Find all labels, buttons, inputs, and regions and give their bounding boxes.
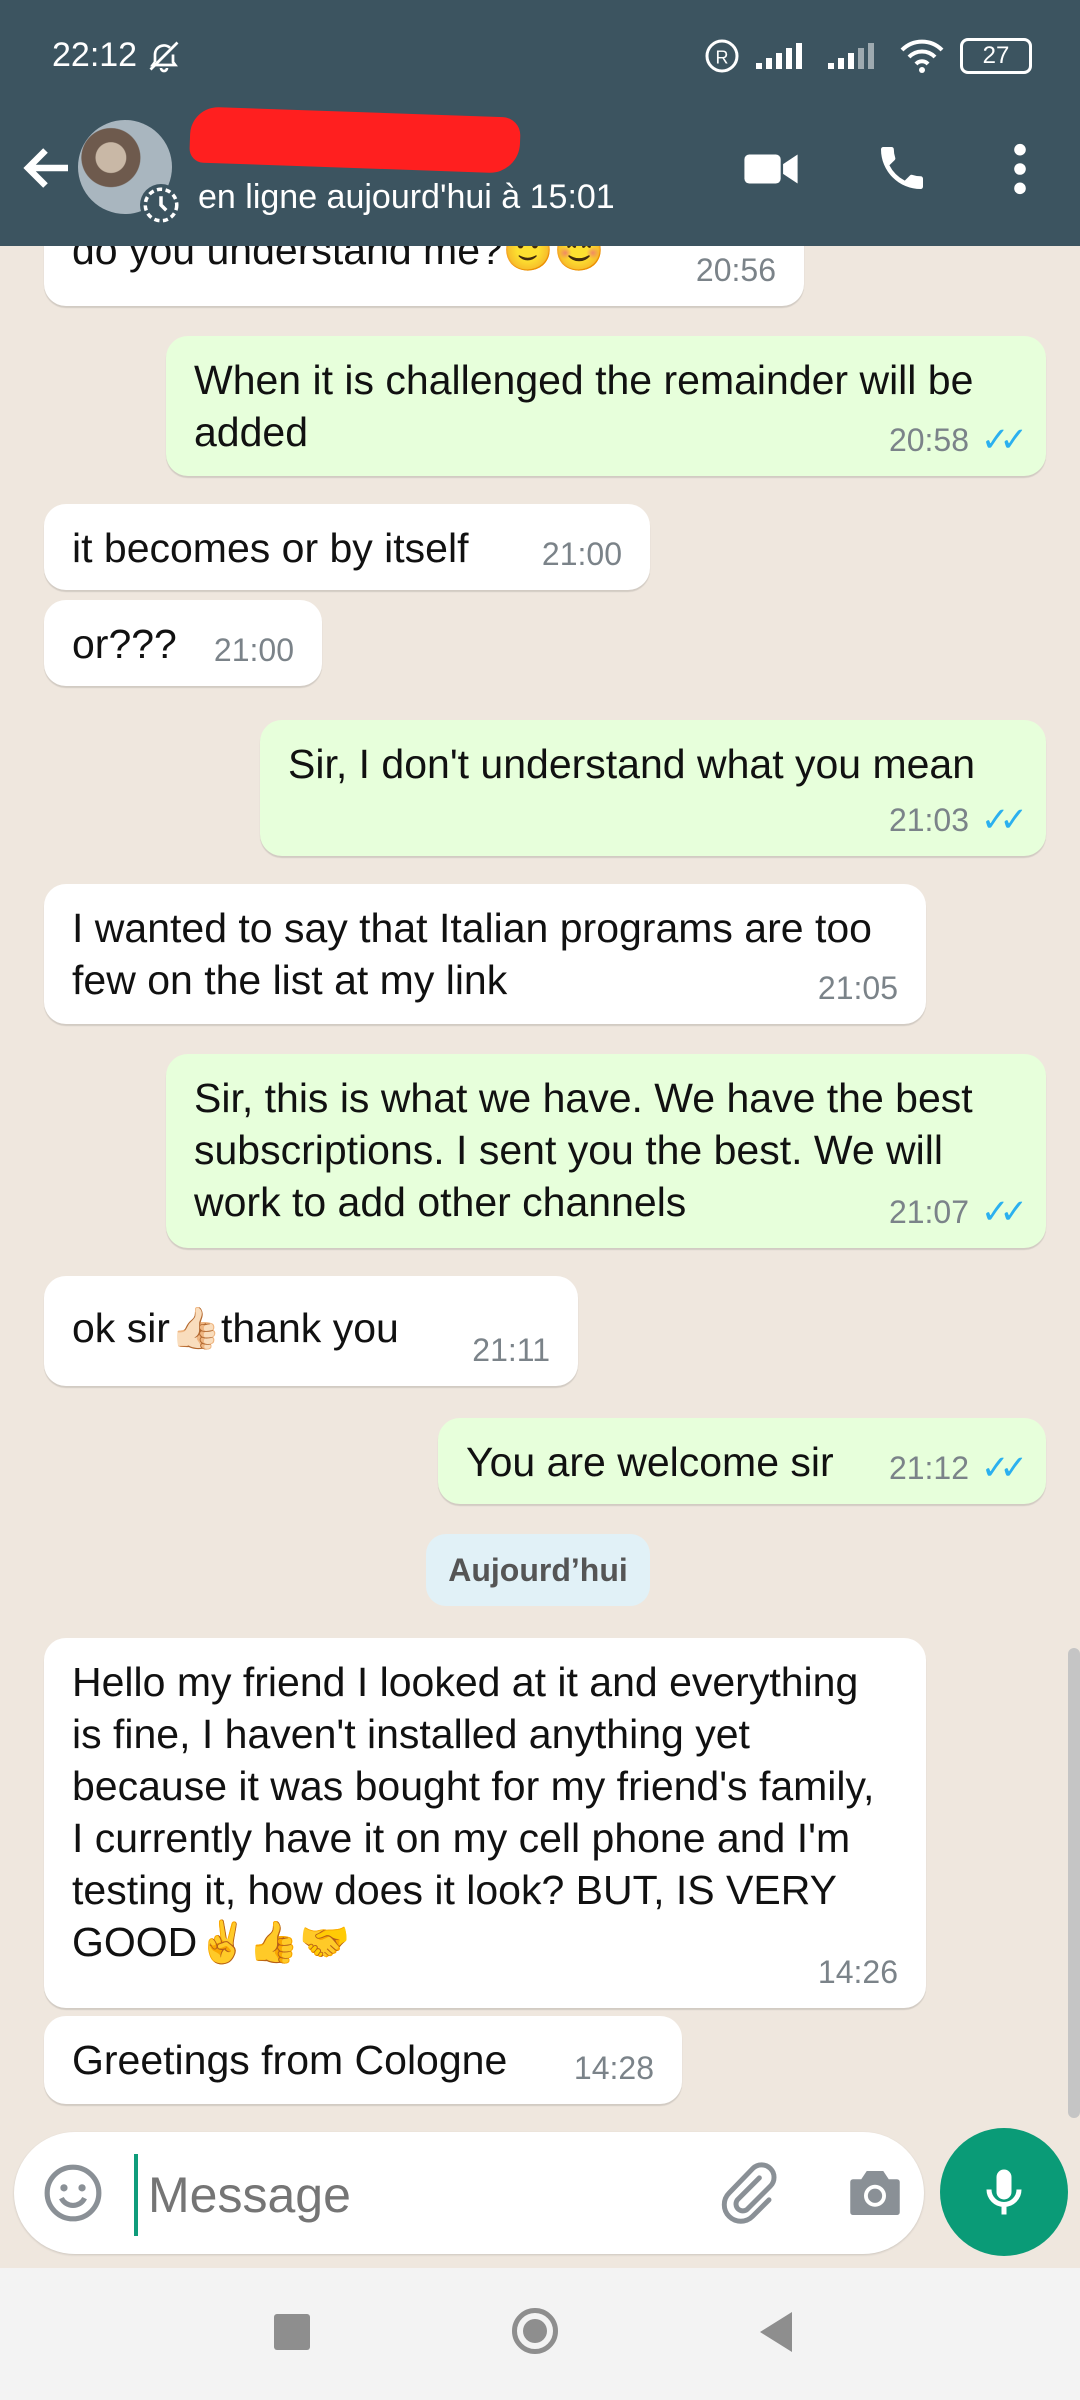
mic-button[interactable] xyxy=(940,2128,1068,2256)
message-time: 21:12 ✓✓ xyxy=(889,1442,1028,1494)
more-vert-icon[interactable] xyxy=(1000,140,1040,198)
message-outgoing[interactable]: Sir, this is what we have. We have the b… xyxy=(166,1054,1046,1248)
message-time: 20:56 xyxy=(695,252,776,288)
message-incoming[interactable]: Hello my friend I looked at it and every… xyxy=(44,1638,926,2008)
recents-nav-icon[interactable] xyxy=(274,2314,310,2350)
phone-call-icon[interactable] xyxy=(874,140,930,196)
message-outgoing[interactable]: When it is challenged the remainder will… xyxy=(166,336,1046,476)
mute-bell-icon xyxy=(149,41,179,73)
message-text: I wanted to say that Italian programs ar… xyxy=(72,905,872,1003)
camera-icon[interactable] xyxy=(840,2160,910,2226)
message-incoming[interactable]: it becomes or by itself 21:00 xyxy=(44,504,650,590)
contact-name-redacted[interactable] xyxy=(189,106,521,174)
video-call-icon[interactable] xyxy=(742,140,800,198)
back-nav-icon[interactable] xyxy=(760,2312,792,2352)
message-time: 21:05 xyxy=(817,970,898,1006)
read-ticks-icon: ✓✓ xyxy=(981,421,1028,459)
signal-icon-2 xyxy=(828,43,874,69)
message-time: 21:00 xyxy=(213,632,294,668)
registered-icon: R xyxy=(705,39,739,73)
message-time: 14:26 xyxy=(817,1954,898,1990)
date-divider: Aujourd’hui xyxy=(426,1534,650,1606)
system-nav-bar xyxy=(0,2268,1080,2400)
attach-icon[interactable] xyxy=(714,2160,780,2226)
read-ticks-icon: ✓✓ xyxy=(981,801,1028,839)
message-outgoing[interactable]: Sir, I don't understand what you mean 21… xyxy=(260,720,1046,856)
signal-icon-1 xyxy=(756,43,802,69)
message-time: 21:07 ✓✓ xyxy=(889,1186,1028,1238)
message-text: Hello my friend I looked at it and every… xyxy=(72,1659,875,1965)
battery-level: 27 xyxy=(982,42,1010,69)
battery-icon: 27 xyxy=(960,38,1032,74)
read-ticks-icon: ✓✓ xyxy=(981,1193,1028,1231)
message-outgoing[interactable]: You are welcome sir 21:12 ✓✓ xyxy=(438,1418,1046,1504)
message-incoming[interactable]: or??? 21:00 xyxy=(44,600,322,686)
message-time: 20:58 ✓✓ xyxy=(889,414,1028,466)
chat-header: 22:12 R 27 en ligne aujourd'hui à 15:01 xyxy=(0,0,1080,246)
wifi-icon xyxy=(900,39,944,73)
status-time: 22:12 xyxy=(52,36,138,74)
message-list[interactable]: do you understand me?🙂😊 20:56 When it is… xyxy=(0,246,1080,2126)
message-incoming[interactable]: I wanted to say that Italian programs ar… xyxy=(44,884,926,1024)
emoji-icon[interactable] xyxy=(42,2162,104,2224)
message-composer xyxy=(14,2132,924,2254)
message-incoming[interactable]: ok sir👍🏻thank you 21:11 xyxy=(44,1276,578,1386)
svg-text:R: R xyxy=(716,48,729,68)
home-nav-icon[interactable] xyxy=(512,2308,558,2354)
message-time: 21:00 xyxy=(541,536,622,572)
message-input[interactable] xyxy=(134,2154,710,2236)
chat-scrollbar[interactable] xyxy=(1068,1648,1080,2118)
message-time: 21:03 ✓✓ xyxy=(889,794,1028,846)
message-incoming[interactable]: do you understand me?🙂😊 20:56 xyxy=(44,246,804,306)
status-icons: R 27 xyxy=(704,34,1032,78)
mic-icon xyxy=(986,2169,1022,2215)
last-seen-status: en ligne aujourd'hui à 15:01 xyxy=(198,178,615,216)
message-incoming[interactable]: Greetings from Cologne 14:28 xyxy=(44,2016,682,2104)
message-time: 21:11 xyxy=(472,1332,550,1368)
message-time: 14:28 xyxy=(573,2050,654,2086)
message-text: do you understand me?🙂😊 xyxy=(72,246,605,273)
back-arrow-icon[interactable] xyxy=(18,138,78,198)
read-ticks-icon: ✓✓ xyxy=(981,1449,1028,1487)
disappearing-timer-icon xyxy=(140,184,182,226)
